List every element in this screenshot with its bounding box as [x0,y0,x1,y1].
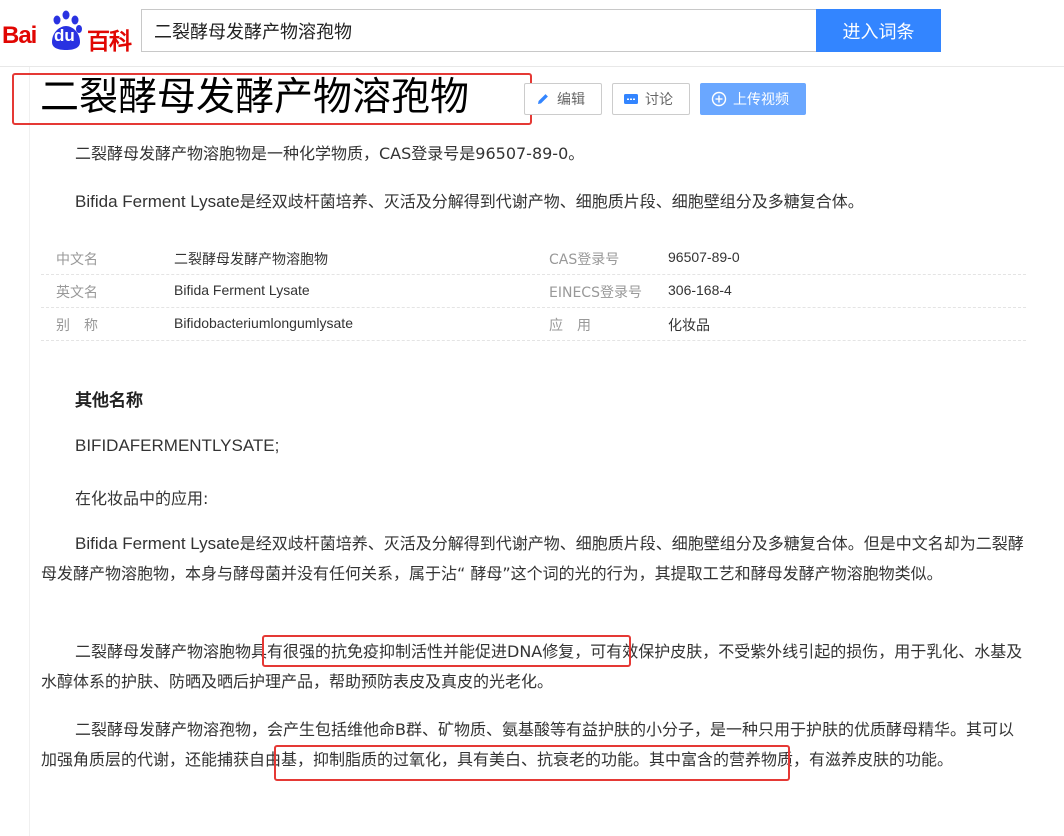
intro-paragraph-2: Bifida Ferment Lysate是经双歧杆菌培养、灭活及分解得到代谢产… [41,187,1026,217]
logo-baike-text: 百科 [87,29,132,55]
search-input[interactable] [141,9,816,52]
section-title-other-names: 其他名称 [75,391,143,411]
intro-paragraph-1: 二裂酵母发酵产物溶胞物是一种化学物质，CAS登录号是96507-89-0。 [75,144,585,163]
basic-info-table: 中文名 二裂酵母发酵产物溶胞物 CAS登录号 96507-89-0 英文名 Bi… [41,242,1026,341]
highlight-box-dna-repair [262,635,631,667]
info-label: CAS登录号 [549,252,620,268]
edit-label: 编辑 [557,92,585,108]
page-title: 二裂酵母发酵产物溶孢物 [40,75,470,120]
cosmetics-paragraph-1: Bifida Ferment Lysate是经双歧杆菌培养、灭活及分解得到代谢产… [41,529,1026,589]
info-label: EINECS登录号 [549,285,642,301]
info-value: 306-168-4 [668,282,732,298]
info-label: 中文名 [56,252,98,268]
info-label: 别 称 [56,318,98,334]
info-value: 二裂酵母发酵产物溶胞物 [174,252,328,268]
info-label: 英文名 [56,285,98,301]
cosmetics-english-name: Bifida Ferment Lysate [75,534,240,553]
info-row: 中文名 二裂酵母发酵产物溶胞物 CAS登录号 96507-89-0 [41,242,1026,275]
highlight-box-antioxidant [274,745,790,781]
discuss-label: 讨论 [645,92,673,108]
discuss-button[interactable]: 讨论 [612,83,690,115]
enter-entry-button[interactable]: 进入词条 [816,9,941,52]
logo-bai-text: Bai [2,22,37,49]
plus-circle-icon [711,91,727,107]
upload-video-label: 上传视频 [733,92,789,108]
intro-english-name: Bifida Ferment Lysate [75,192,240,211]
info-value: Bifida Ferment Lysate [174,282,310,298]
baidu-baike-logo[interactable]: Bai du 百科 [2,8,132,55]
info-label: 应 用 [549,318,591,334]
pencil-icon [538,94,548,104]
info-value: 化妆品 [668,318,710,334]
info-value: Bifidobacteriumlongumlysate [174,315,353,331]
cosmetics-heading: 在化妆品中的应用: [75,489,209,508]
info-value: 96507-89-0 [668,249,740,265]
header-divider [0,66,1064,67]
comment-icon [624,94,638,104]
edit-button[interactable]: 编辑 [524,83,602,115]
upload-video-button[interactable]: 上传视频 [700,83,806,115]
info-row: 别 称 Bifidobacteriumlongumlysate 应 用 化妆品 [41,308,1026,341]
logo-du-text: du [54,26,75,45]
other-name-value: BIFIDAFERMENTLYSATE; [75,436,280,455]
intro-description: 是经双歧杆菌培养、灭活及分解得到代谢产物、细胞质片段、细胞壁组分及多糖复合体。 [239,192,864,211]
content-left-border [29,67,30,836]
info-row: 英文名 Bifida Ferment Lysate EINECS登录号 306-… [41,275,1026,308]
